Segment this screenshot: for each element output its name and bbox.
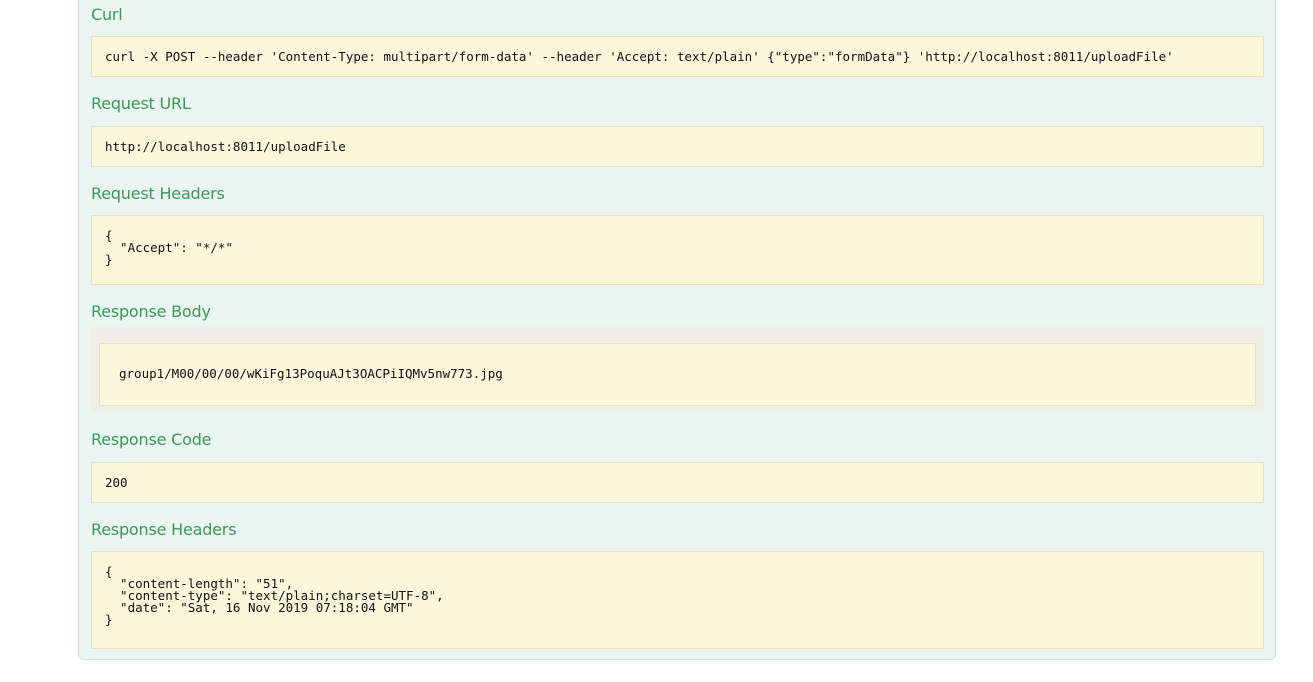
- request-headers-code-block[interactable]: { "Accept": "*/*" }: [91, 215, 1264, 285]
- curl-code-block[interactable]: curl -X POST --header 'Content-Type: mul…: [91, 36, 1264, 77]
- response-body-container: group1/M00/00/00/wKiFg13PoquAJt3OACPiIQM…: [91, 327, 1264, 411]
- curl-title: Curl: [91, 5, 123, 24]
- request-headers-title: Request Headers: [91, 184, 225, 203]
- response-panel: Curl curl -X POST --header 'Content-Type…: [78, 0, 1276, 660]
- response-body-code-block[interactable]: group1/M00/00/00/wKiFg13PoquAJt3OACPiIQM…: [99, 343, 1256, 406]
- response-code-title: Response Code: [91, 430, 212, 449]
- request-url-title: Request URL: [91, 94, 191, 113]
- response-code-block[interactable]: 200: [91, 462, 1264, 503]
- response-headers-title: Response Headers: [91, 520, 237, 539]
- response-headers-code-block[interactable]: { "content-length": "51", "content-type"…: [91, 551, 1264, 649]
- response-body-title: Response Body: [91, 302, 211, 321]
- request-url-code-block[interactable]: http://localhost:8011/uploadFile: [91, 126, 1264, 167]
